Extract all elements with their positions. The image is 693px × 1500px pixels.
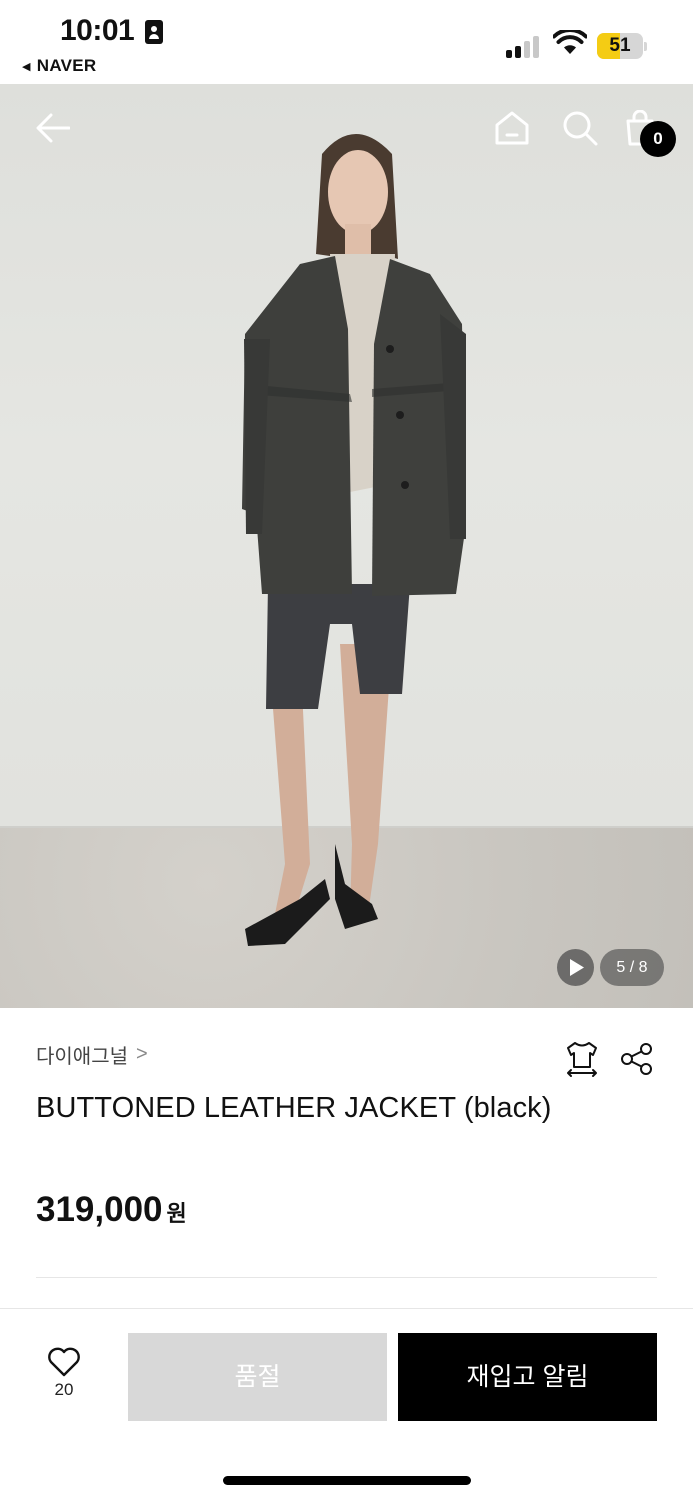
contact-card-icon <box>145 20 163 44</box>
heart-icon <box>48 1347 80 1377</box>
section-divider <box>36 1277 657 1278</box>
back-to-app-link[interactable]: ◀ NAVER <box>22 56 97 76</box>
search-icon[interactable] <box>562 110 598 146</box>
chevron-right-icon: > <box>136 1043 148 1065</box>
price-value: 319,000 <box>36 1190 163 1229</box>
size-guide-shirt-icon[interactable] <box>564 1040 600 1078</box>
back-triangle-icon: ◀ <box>22 60 31 73</box>
cart-count-badge: 0 <box>640 121 676 157</box>
restock-alert-button[interactable]: 재입고 알림 <box>398 1333 657 1421</box>
model-figure <box>242 134 466 946</box>
status-time: 10:01 <box>60 14 135 47</box>
brand-link[interactable]: 다이애그널 > <box>36 1040 148 1069</box>
battery-percent: 51 <box>609 35 631 56</box>
share-icon[interactable] <box>620 1042 654 1076</box>
battery-cap <box>644 42 647 51</box>
battery-indicator: 51 <box>597 33 643 59</box>
brand-name: 다이애그널 <box>36 1046 128 1068</box>
home-indicator[interactable] <box>223 1476 471 1485</box>
back-app-label: NAVER <box>36 56 97 75</box>
home-icon[interactable] <box>494 110 530 146</box>
soldout-button[interactable]: 품절 <box>128 1333 387 1421</box>
cellular-signal-icon <box>506 34 544 58</box>
wifi-icon <box>553 30 587 54</box>
back-arrow-icon[interactable] <box>36 112 70 144</box>
like-count: 20 <box>54 1380 74 1399</box>
product-price: 319,000 원 <box>36 1190 187 1230</box>
image-counter: 5 / 8 <box>600 949 664 986</box>
product-image[interactable]: 5 / 8 <box>0 84 693 1008</box>
play-icon <box>570 959 584 976</box>
play-video-button[interactable] <box>557 949 594 986</box>
price-unit: 원 <box>166 1201 187 1226</box>
like-button[interactable]: 20 <box>36 1346 92 1400</box>
bottom-bar-divider <box>0 1308 693 1309</box>
status-bar: 10:01 ◀ NAVER 51 <box>0 0 693 84</box>
product-title: BUTTONED LEATHER JACKET (black) <box>36 1092 552 1124</box>
